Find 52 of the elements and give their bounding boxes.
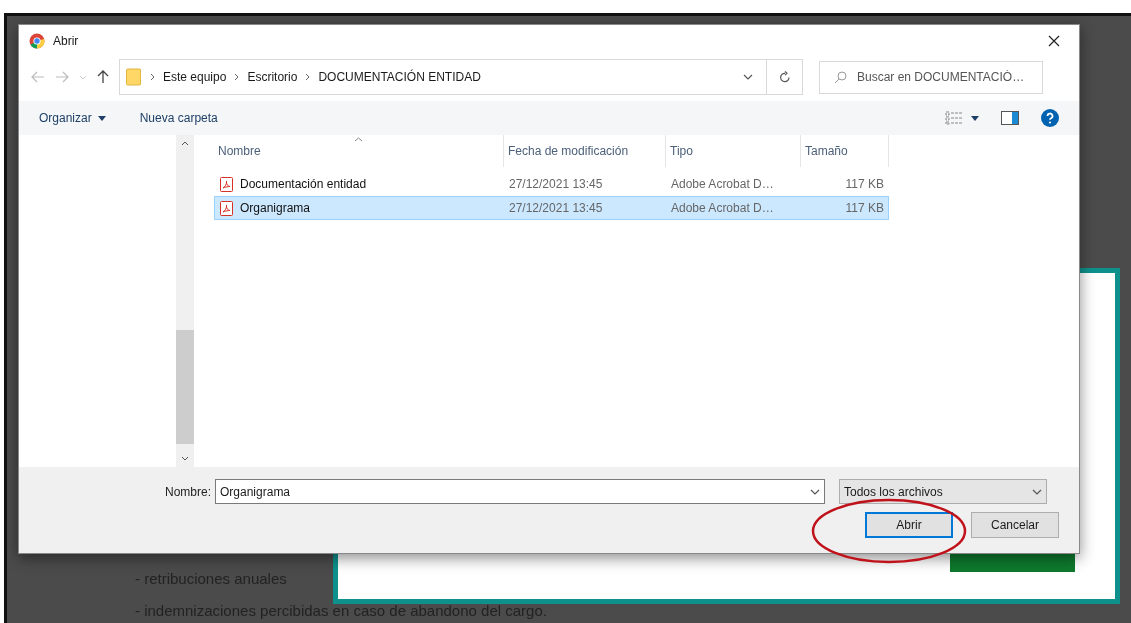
folder-icon — [126, 68, 142, 86]
up-arrow-icon[interactable] — [97, 70, 109, 84]
filename-label: Nombre: — [165, 483, 211, 501]
close-icon — [1048, 35, 1060, 47]
dialog-button[interactable]: Abrir — [865, 512, 953, 538]
filename-input[interactable]: Organigrama — [220, 482, 810, 501]
chevron-right-icon — [234, 73, 240, 81]
breadcrumb-item[interactable]: DOCUMENTACIÓN ENTIDAD — [318, 68, 481, 86]
refresh-icon[interactable] — [778, 70, 791, 84]
file-row[interactable]: Documentación entidad 27/12/2021 13:45 Adobe Acrobat D… 117 KB — [214, 172, 889, 196]
sort-ascending-icon — [354, 137, 363, 142]
scroll-up-icon[interactable] — [181, 141, 189, 146]
scroll-down-icon[interactable] — [181, 456, 189, 461]
scrollbar[interactable] — [176, 135, 194, 467]
pdf-file-icon — [220, 200, 233, 216]
column-header[interactable]: Tipo — [666, 135, 801, 167]
help-icon[interactable] — [1041, 109, 1059, 127]
search-icon — [834, 70, 847, 84]
search-field[interactable]: Buscar en DOCUMENTACIÓ… — [819, 60, 1043, 94]
chevron-right-icon — [150, 73, 155, 81]
dialog-button[interactable]: Cancelar — [971, 512, 1059, 538]
dropdown-icon — [810, 488, 820, 495]
chevron-right-icon — [305, 73, 311, 81]
column-header[interactable]: Nombre — [214, 135, 504, 167]
file-date: 27/12/2021 13:45 — [508, 176, 604, 193]
caret-icon — [97, 115, 106, 121]
column-header[interactable]: Fecha de modificación — [504, 135, 666, 167]
file-type: Adobe Acrobat D… — [670, 200, 775, 217]
file-name: Documentación entidad — [240, 176, 367, 193]
preview-pane-icon[interactable] — [1001, 111, 1019, 125]
organize-button[interactable]: Organizar — [39, 109, 106, 127]
pdf-file-icon — [220, 176, 233, 192]
column-header[interactable]: Tamaño — [801, 135, 889, 167]
history-dropdown-icon — [743, 74, 753, 80]
window-title: Abrir — [53, 33, 79, 50]
caret-icon[interactable] — [971, 115, 979, 121]
file-size: 117 KB — [844, 200, 885, 217]
file-type-dropdown[interactable]: Todos los archivos — [839, 479, 1047, 504]
new-folder-button[interactable]: Nueva carpeta — [139, 109, 218, 127]
browser-logo-icon — [29, 33, 45, 49]
breadcrumb-item[interactable]: Escritorio — [247, 68, 298, 86]
breadcrumb-item[interactable]: Este equipo — [163, 68, 227, 86]
search-input[interactable]: Buscar en DOCUMENTACIÓ… — [857, 68, 1028, 86]
scroll-thumb[interactable] — [176, 330, 194, 444]
file-type: Adobe Acrobat D… — [670, 176, 775, 193]
file-date: 27/12/2021 13:45 — [508, 200, 604, 217]
file-name: Organigrama — [240, 200, 311, 217]
address-bar[interactable]: Este equipo Escritorio DOCUMENTACIÓN ENTIDAD — [119, 59, 803, 95]
filename-field[interactable]: Organigrama — [215, 479, 825, 504]
file-size: 117 KB — [844, 176, 885, 193]
dropdown-icon — [1032, 488, 1042, 495]
file-row[interactable]: Organigrama 27/12/2021 13:45 Adobe Acrobat D… 117 KB — [214, 196, 889, 220]
